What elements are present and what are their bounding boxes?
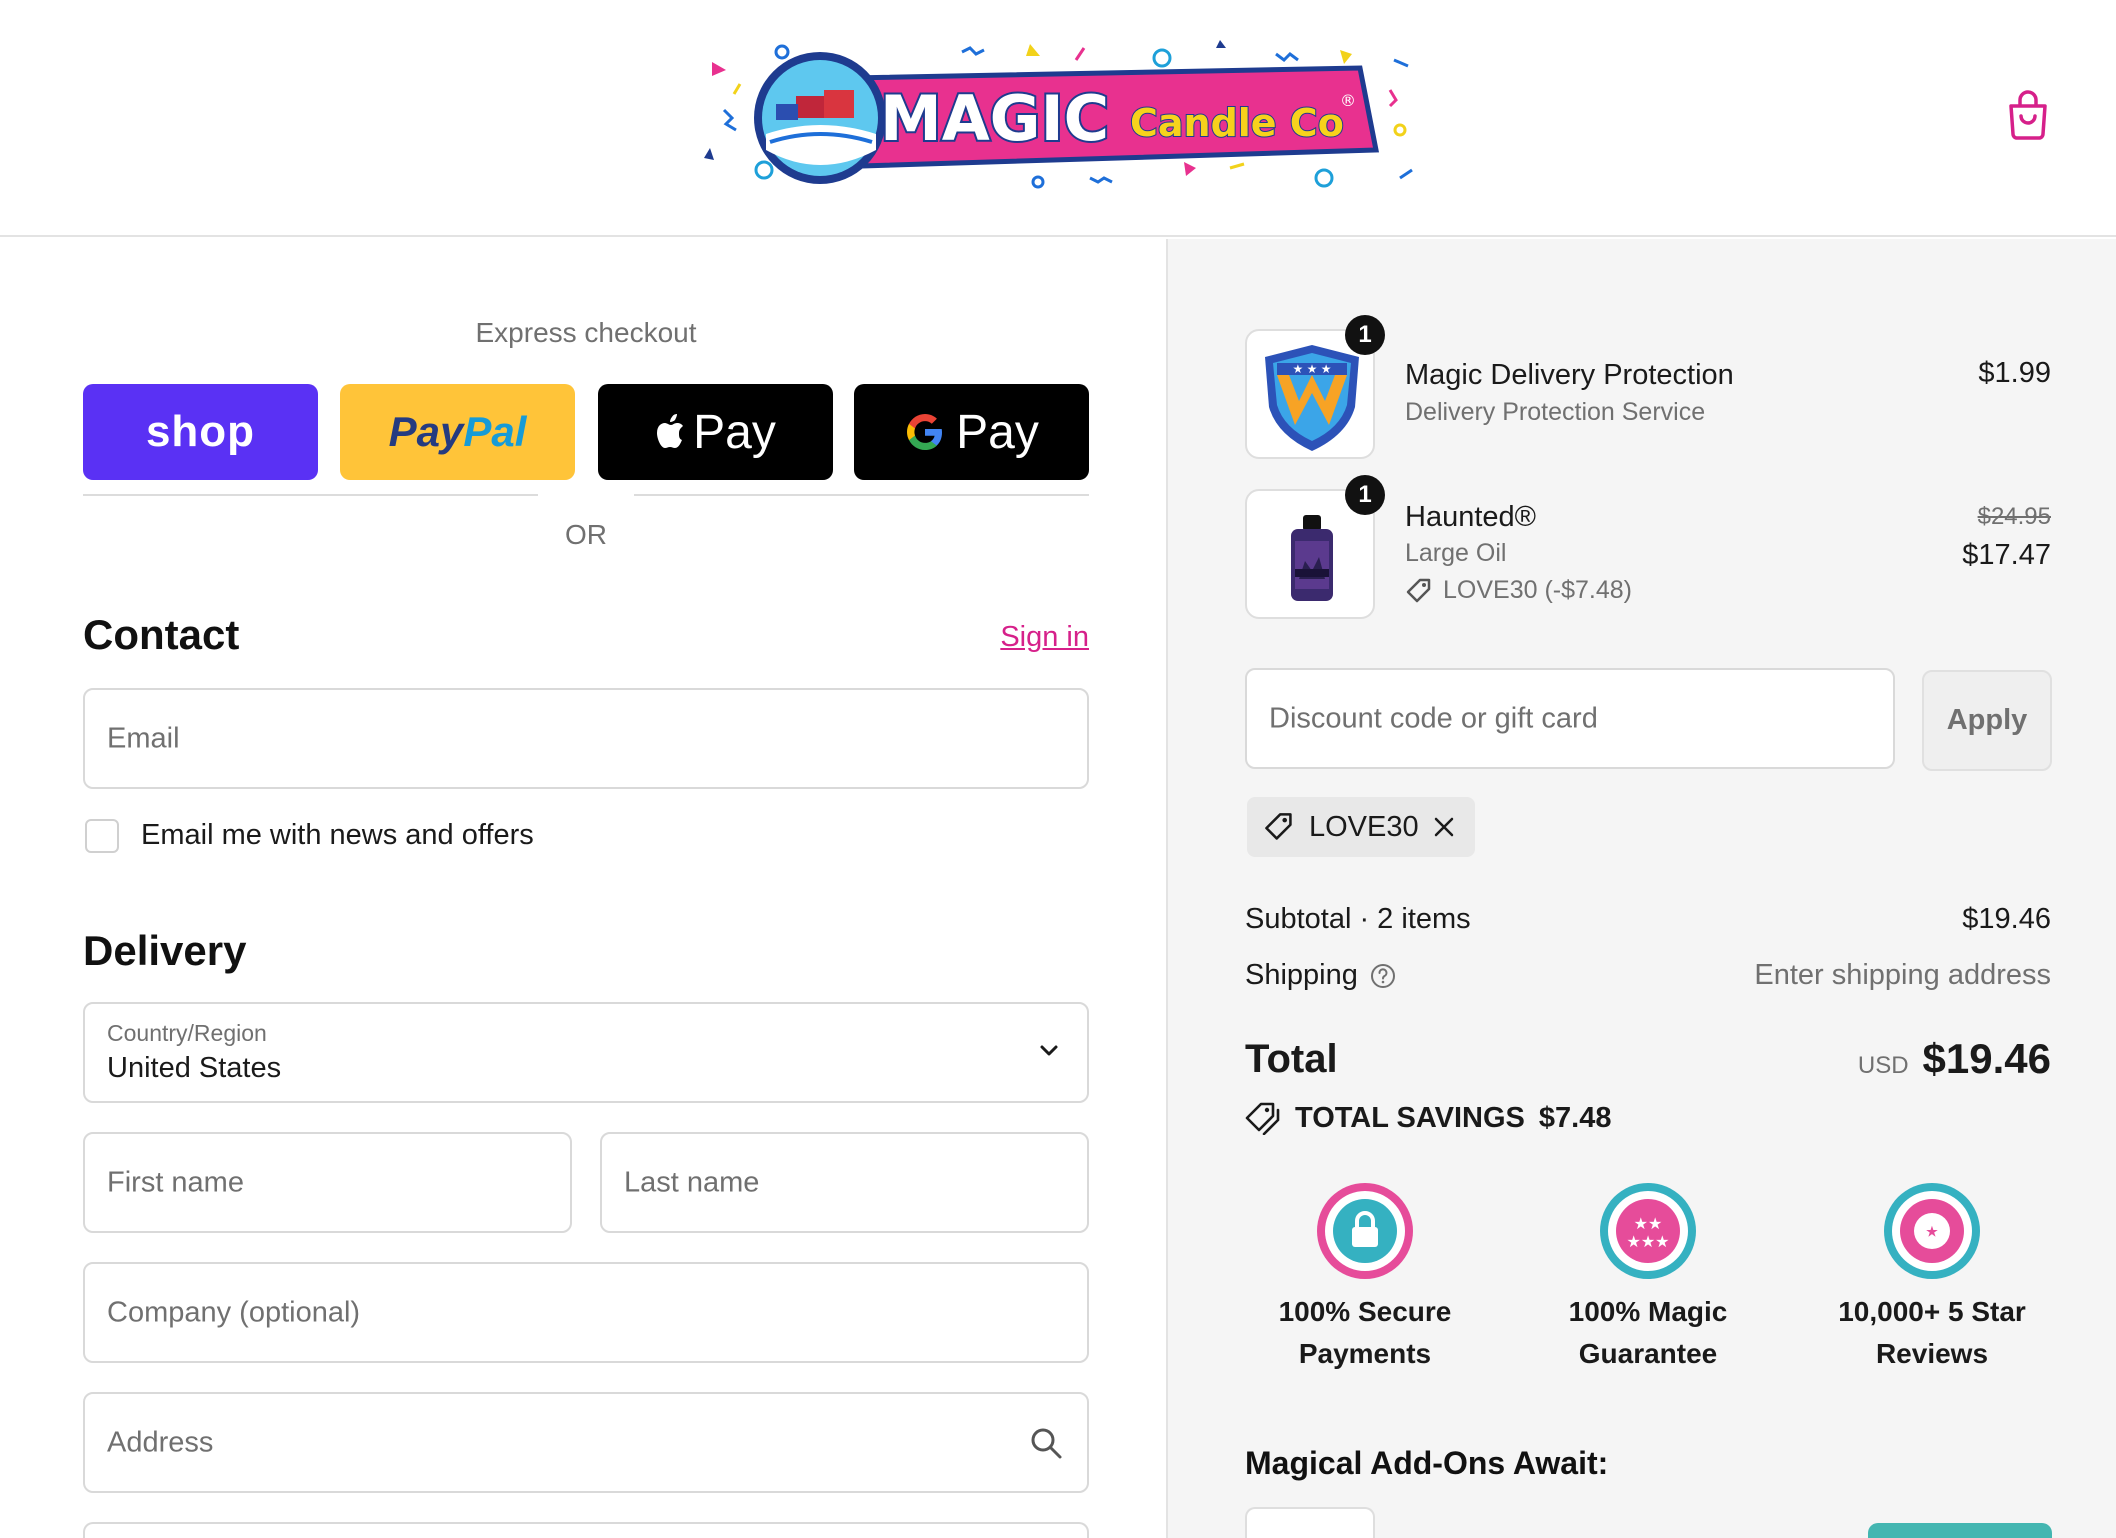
country-label: Country/Region — [107, 1020, 267, 1046]
shopping-bag-icon[interactable] — [2006, 88, 2050, 140]
star-reviews-badge: ★ 10,000+ 5 Star Reviews — [1792, 1181, 2072, 1375]
first-name-placeholder: First name — [107, 1166, 244, 1198]
svg-text:★★: ★★ — [1634, 1216, 1663, 1233]
discount-placeholder: Discount code or gift card — [1269, 702, 1598, 734]
paypal-button[interactable]: Pay Pal — [340, 384, 575, 480]
addons-heading: Magical Add-Ons Await: — [1245, 1445, 1609, 1481]
apple-pay-label: Pay — [693, 405, 776, 459]
logo-registered-mark: ® — [1340, 91, 1356, 110]
email-placeholder: Email — [107, 722, 180, 754]
close-icon[interactable] — [1433, 816, 1455, 838]
lock-badge-icon — [1317, 1183, 1413, 1279]
applied-code-label: LOVE30 — [1309, 810, 1419, 843]
total-savings-value: $7.48 — [1538, 1101, 1612, 1134]
shipping-label: Shipping — [1245, 959, 1358, 991]
badge-line-1: 100% Secure — [1278, 1296, 1452, 1327]
delivery-heading: Delivery — [83, 927, 247, 974]
currency-label: USD — [1857, 1052, 1909, 1079]
addon-add-button[interactable] — [1868, 1523, 2052, 1538]
chevron-down-icon — [1039, 1044, 1059, 1063]
total-row: USD $19.46 — [1858, 1035, 2051, 1083]
news-offers-label: Email me with news and offers — [141, 819, 534, 851]
apple-pay-button[interactable]: Pay — [598, 384, 833, 480]
secure-payments-badge: 100% Secure Payments — [1225, 1181, 1505, 1375]
shop-pay-label: shop — [145, 407, 256, 456]
badge-line-2: Reviews — [1875, 1338, 1989, 1369]
badge-line-1: 10,000+ 5 Star — [1838, 1296, 2026, 1327]
last-name-placeholder: Last name — [624, 1166, 760, 1198]
contact-heading: Contact — [83, 611, 240, 658]
badge-line-2: Guarantee — [1578, 1338, 1718, 1369]
total-label: Total — [1245, 1037, 1338, 1081]
logo-sub-text: Candle Co — [1130, 101, 1344, 145]
badge-line-1: 100% Magic — [1568, 1296, 1728, 1327]
paypal-label-pay: Pay — [388, 408, 464, 455]
subtotal-value: $19.46 — [1962, 903, 2051, 935]
express-checkout-label: Express checkout — [475, 317, 697, 348]
apply-button[interactable]: Apply — [1922, 670, 2052, 771]
or-separator: OR — [565, 519, 607, 550]
item-discount: LOVE30 (-$7.48) — [1405, 576, 1632, 605]
tags-icon — [1245, 1102, 1280, 1135]
shipping-value: Enter shipping address — [1754, 959, 2051, 991]
item-quantity-badge: 1 — [1345, 475, 1385, 515]
badge-line-2: Payments — [1298, 1338, 1432, 1369]
total-value: $19.46 — [1922, 1035, 2051, 1082]
item-name: Haunted® — [1405, 501, 1537, 533]
addon-thumbnail — [1245, 1507, 1375, 1538]
address-placeholder: Address — [107, 1426, 214, 1458]
magic-guarantee-badge: ★★ ★★★ 100% Magic Guarantee — [1508, 1181, 1788, 1375]
country-select[interactable]: Country/Region United States — [83, 1002, 1089, 1103]
total-savings-row: TOTAL SAVINGS $7.48 — [1245, 1101, 1611, 1135]
apple-icon — [657, 414, 684, 448]
search-icon[interactable] — [1029, 1426, 1063, 1465]
divider-right — [634, 494, 1089, 496]
logo-brand-text: MAGIC — [880, 82, 1109, 155]
item-original-price: $24.95 — [1977, 503, 2051, 530]
sign-in-link[interactable]: Sign in — [1000, 621, 1089, 654]
item-quantity-badge: 1 — [1345, 315, 1385, 355]
svg-text:★ ★ ★: ★ ★ ★ — [1293, 362, 1332, 376]
paypal-label-pal: Pal — [463, 408, 527, 455]
first-name-field[interactable]: First name — [83, 1132, 572, 1233]
address-field[interactable]: Address — [83, 1392, 1089, 1493]
order-summary: ★ ★ ★ 1 Magic Delivery Protection Delive… — [1166, 239, 2116, 1538]
help-icon[interactable] — [1370, 963, 1396, 989]
divider-left — [83, 494, 538, 496]
top-rated-badge-icon: ★ — [1884, 1183, 1980, 1279]
site-header: MAGIC Candle Co ® — [0, 0, 2116, 237]
item-name: Magic Delivery Protection — [1405, 359, 1734, 391]
company-placeholder: Company (optional) — [107, 1296, 361, 1328]
company-field[interactable]: Company (optional) — [83, 1262, 1089, 1363]
total-savings-label: TOTAL SAVINGS — [1295, 1101, 1525, 1134]
applied-discount-chip: LOVE30 — [1247, 797, 1475, 857]
magic-candle-co-logo[interactable]: MAGIC Candle Co ® — [700, 30, 1440, 200]
shop-pay-button[interactable]: shop — [83, 384, 318, 480]
item-variant: Large Oil — [1405, 539, 1507, 567]
subtotal-label: Subtotal · 2 items — [1245, 903, 1471, 935]
tag-icon — [1265, 813, 1292, 840]
google-pay-button[interactable]: Pay — [854, 384, 1089, 480]
item-variant: Delivery Protection Service — [1405, 398, 1706, 426]
item-discount-label: LOVE30 (-$7.48) — [1443, 576, 1632, 604]
google-icon — [907, 414, 943, 450]
google-pay-label: Pay — [956, 405, 1039, 459]
last-name-field[interactable]: Last name — [600, 1132, 1089, 1233]
country-value: United States — [107, 1052, 282, 1084]
shipping-row: Shipping — [1245, 959, 1396, 992]
apply-label: Apply — [1946, 704, 2028, 736]
stars-badge-icon: ★★ ★★★ — [1600, 1183, 1696, 1279]
tag-icon — [1406, 578, 1431, 602]
item-price: $1.99 — [1978, 357, 2051, 389]
checkout-form: Express checkout shop Pay Pal Pay Pay OR … — [0, 239, 1166, 1538]
apartment-field[interactable] — [83, 1522, 1089, 1538]
news-offers-checkbox[interactable] — [85, 819, 119, 853]
svg-text:★: ★ — [1926, 1224, 1938, 1239]
email-field[interactable]: Email — [83, 688, 1089, 789]
discount-code-field[interactable]: Discount code or gift card — [1245, 668, 1895, 769]
item-price: $17.47 — [1962, 539, 2051, 571]
svg-text:★★★: ★★★ — [1626, 1234, 1669, 1251]
